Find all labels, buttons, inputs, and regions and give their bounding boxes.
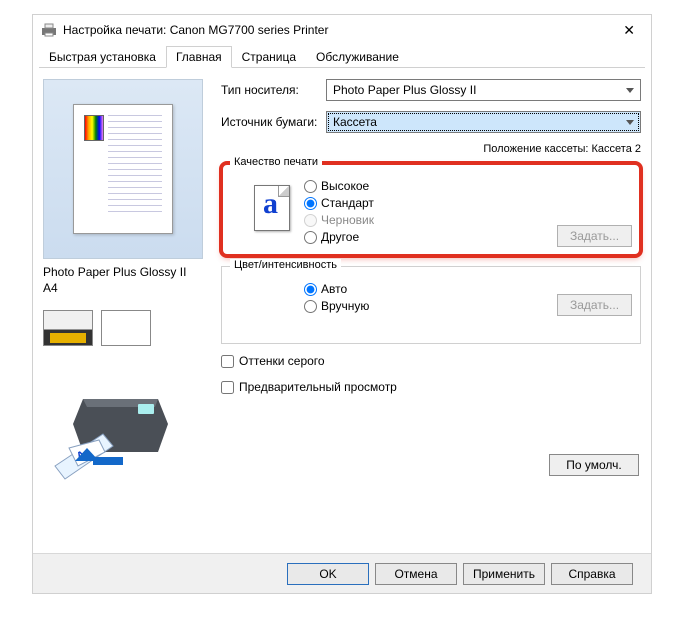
quality-draft-radio <box>304 214 317 227</box>
paper-source-label: Источник бумаги: <box>221 115 326 129</box>
page-preview-box <box>43 79 203 259</box>
cancel-button[interactable]: Отмена <box>375 563 457 585</box>
ok-button[interactable]: OK <box>287 563 369 585</box>
cassette-position-label: Положение кассеты: Кассета 2 <box>221 143 641 155</box>
quality-other-row[interactable]: Другое <box>304 230 549 244</box>
media-type-label: Тип носителя: <box>221 83 326 97</box>
defaults-button[interactable]: По умолч. <box>549 454 639 476</box>
page-preview <box>73 104 173 234</box>
tab-quick-setup[interactable]: Быстрая установка <box>39 46 166 68</box>
print-quality-title: Качество печати <box>230 156 322 168</box>
settings-panel: Тип носителя: Photo Paper Plus Glossy II… <box>221 79 641 539</box>
apply-button[interactable]: Применить <box>463 563 545 585</box>
tab-page[interactable]: Страница <box>232 46 306 68</box>
media-type-row: Тип носителя: Photo Paper Plus Glossy II <box>221 79 641 101</box>
defaults-row: По умолч. <box>221 454 641 476</box>
quality-other-radio[interactable] <box>304 231 317 244</box>
color-manual-row[interactable]: Вручную <box>304 299 549 313</box>
color-auto-radio[interactable] <box>304 283 317 296</box>
tab-maintenance[interactable]: Обслуживание <box>306 46 409 68</box>
quality-set-button: Задать... <box>557 225 632 247</box>
grayscale-checkbox[interactable] <box>221 355 234 368</box>
preview-label: Предварительный просмотр <box>239 380 397 394</box>
color-set-button: Задать... <box>557 294 632 316</box>
titlebar: Настройка печати: Canon MG7700 series Pr… <box>33 15 651 45</box>
quality-standard-row[interactable]: Стандарт <box>304 196 549 210</box>
media-type-combo[interactable]: Photo Paper Plus Glossy II <box>326 79 641 101</box>
grayscale-row[interactable]: Оттенки серого <box>221 354 641 368</box>
quality-high-row[interactable]: Высокое <box>304 179 549 193</box>
tab-bar: Быстрая установка Главная Страница Обслу… <box>33 46 651 68</box>
help-button[interactable]: Справка <box>551 563 633 585</box>
print-settings-dialog: Настройка печати: Canon MG7700 series Pr… <box>32 14 652 594</box>
preview-checkbox[interactable] <box>221 381 234 394</box>
color-intensity-group: Цвет/интенсивность Авто Вручную Задать..… <box>221 266 641 344</box>
preview-panel: Photo Paper Plus Glossy II A4 A <box>43 79 213 539</box>
paper-label: Photo Paper Plus Glossy II A4 <box>43 265 213 296</box>
window-title: Настройка печати: Canon MG7700 series Pr… <box>63 23 615 37</box>
thumbnail-row <box>43 310 213 346</box>
print-quality-group: Качество печати Высокое Стандарт Чернови… <box>221 163 641 256</box>
color-auto-row[interactable]: Авто <box>304 282 549 296</box>
tab-main[interactable]: Главная <box>166 46 232 68</box>
blank-thumb[interactable] <box>101 310 151 346</box>
dialog-button-bar: OK Отмена Применить Справка <box>33 553 651 593</box>
color-intensity-title: Цвет/интенсивность <box>230 259 341 271</box>
quality-high-radio[interactable] <box>304 180 317 193</box>
paper-source-combo[interactable]: Кассета <box>326 111 641 133</box>
quality-standard-radio[interactable] <box>304 197 317 210</box>
quality-icon <box>248 184 296 232</box>
color-manual-radio[interactable] <box>304 300 317 313</box>
grayscale-label: Оттенки серого <box>239 354 325 368</box>
printer-icon <box>41 23 57 37</box>
paper-type-text: Photo Paper Plus Glossy II <box>43 265 213 281</box>
quality-draft-row: Черновик <box>304 213 549 227</box>
tab-content: Photo Paper Plus Glossy II A4 A <box>33 67 651 547</box>
cassette-thumb[interactable] <box>43 310 93 346</box>
preview-row[interactable]: Предварительный просмотр <box>221 380 641 394</box>
printer-illustration: A <box>43 374 183 484</box>
paper-size-text: A4 <box>43 281 213 297</box>
close-icon[interactable]: ✕ <box>615 22 643 39</box>
paper-source-row: Источник бумаги: Кассета <box>221 111 641 133</box>
